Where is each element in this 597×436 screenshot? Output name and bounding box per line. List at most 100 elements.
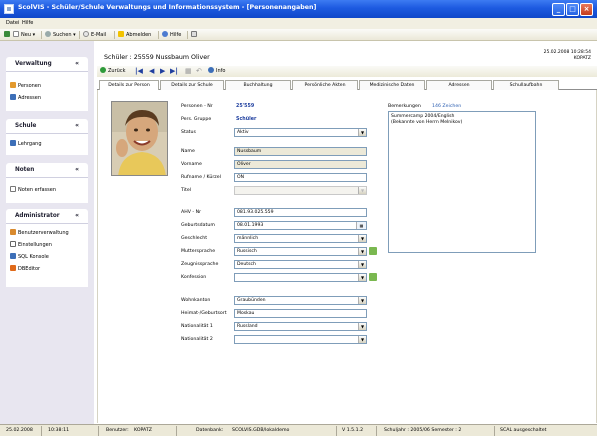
chevron-down-icon[interactable]: ▼ <box>358 336 366 343</box>
add-language-icon[interactable] <box>369 247 377 255</box>
chevron-down-icon[interactable]: ▼ <box>358 323 366 330</box>
menu-datei[interactable]: Datei <box>6 20 19 26</box>
sidebar-group-administrator[interactable]: Administrator « <box>6 209 88 223</box>
collapse-icon[interactable]: « <box>75 57 79 71</box>
sidebar-body-schule: Lehrgang <box>6 133 88 155</box>
wohnkanton-label: Wohnkanton <box>181 298 211 303</box>
sidebar-item-benutzerverwaltung[interactable]: Benutzerverwaltung <box>10 229 69 238</box>
back-icon <box>100 67 106 73</box>
first-record-icon[interactable]: |◀ <box>135 67 143 75</box>
add-confession-icon[interactable] <box>369 273 377 281</box>
collapse-icon[interactable]: « <box>75 163 79 177</box>
name-label: Name <box>181 149 195 154</box>
print-icon <box>191 31 197 37</box>
sidebar-item-adressen[interactable]: Adressen <box>10 94 41 103</box>
titel-select[interactable]: ▼ <box>234 186 367 195</box>
muttersprache-select[interactable]: Russisch ▼ <box>234 247 367 256</box>
sidebar-item-lehrgang[interactable]: Lehrgang <box>10 140 42 149</box>
sidebar-group-schule[interactable]: Schule « <box>6 119 88 133</box>
email-icon <box>83 31 89 37</box>
refresh-button[interactable] <box>4 31 12 39</box>
settings-icon <box>10 241 16 247</box>
next-record-icon[interactable]: ▶ <box>160 67 165 75</box>
refresh-icon <box>4 31 10 37</box>
collapse-icon[interactable]: « <box>75 119 79 133</box>
close-button[interactable]: × <box>580 3 593 16</box>
status-date: 25.02.2008 <box>6 428 33 433</box>
muttersprache-label: Muttersprache <box>181 249 216 254</box>
print-button[interactable] <box>191 31 199 39</box>
tab-medizinische-daten[interactable]: Medizinische Daten <box>359 80 425 90</box>
nationalitaet2-select[interactable]: ▼ <box>234 335 367 344</box>
logout-button[interactable]: Abmelden <box>118 31 151 39</box>
status-select[interactable]: Aktiv ▼ <box>234 128 367 137</box>
remarks-textarea[interactable]: Summercamp 2004/English (Bekannte von He… <box>388 111 536 253</box>
status-db: SCOLVIS.GDB/lokaldemo <box>232 428 290 433</box>
undo-icon[interactable]: ↶ <box>196 67 202 75</box>
chevron-down-icon[interactable]: ▼ <box>358 248 366 255</box>
tab-persoenliche-akten[interactable]: Persönliche Akten <box>292 80 358 90</box>
heimat-field[interactable]: Moskau <box>234 309 367 318</box>
minimize-button[interactable]: _ <box>552 3 565 16</box>
tab-adressen[interactable]: Adressen <box>426 80 492 90</box>
search-icon <box>45 31 51 37</box>
menu-hilfe[interactable]: Hilfe <box>22 20 33 26</box>
sidebar-body-verwaltung: Personen Adressen <box>6 71 88 111</box>
konfession-label: Konfession <box>181 275 207 280</box>
rufname-field[interactable]: ON <box>234 173 367 182</box>
sidebar-item-dbeditor[interactable]: DBEditor <box>10 265 40 274</box>
heimat-label: Heimat-/Geburtsort <box>181 311 227 316</box>
new-button[interactable]: Neu ▾ <box>13 31 35 39</box>
tab-details-schule[interactable]: Details zur Schule <box>160 80 224 90</box>
help-button[interactable]: Hilfe <box>162 31 181 39</box>
konfession-select[interactable]: ▼ <box>234 273 367 282</box>
sidebar-item-einstellungen[interactable]: Einstellungen <box>10 241 52 250</box>
status-version: V 1.5.1.2 <box>342 428 364 433</box>
name-field[interactable]: Nussbaum <box>234 147 367 156</box>
rufname-label: Rufname / Kürzel <box>181 175 221 180</box>
title-bar: ScolVIS - Schüler/Schule Verwaltungs und… <box>0 0 597 18</box>
prev-record-icon[interactable]: ◀ <box>149 67 154 75</box>
table-icon[interactable]: ▦ <box>185 67 192 75</box>
sidebar-group-verwaltung[interactable]: Verwaltung « <box>6 57 88 71</box>
maximize-button[interactable]: □ <box>566 3 579 16</box>
vorname-field[interactable]: Oliver <box>234 160 367 169</box>
zeugnissprache-select[interactable]: Deutsch ▼ <box>234 260 367 269</box>
geburtsdatum-field[interactable]: 08.01.1993 ▦ <box>234 221 367 230</box>
geschlecht-select[interactable]: männlich ▼ <box>234 234 367 243</box>
chevron-down-icon[interactable]: ▼ <box>358 274 366 281</box>
info-icon <box>208 67 214 73</box>
chevron-down-icon[interactable]: ▼ <box>358 129 366 136</box>
nationalitaet2-label: Nationalität 2 <box>181 337 213 342</box>
calendar-icon[interactable]: ▦ <box>356 222 366 229</box>
back-button[interactable]: Zurück <box>100 67 125 75</box>
tab-schullaufbahn[interactable]: Schullaufbahn <box>493 80 559 90</box>
ahv-field[interactable]: 081.93.025.559 <box>234 208 367 217</box>
status-label: Status <box>181 130 196 135</box>
personen-nr-label: Personen - Nr <box>181 104 213 109</box>
wohnkanton-select[interactable]: Graubünden ▼ <box>234 296 367 305</box>
email-button[interactable]: E-Mail <box>83 31 106 39</box>
remarks-line: (Bekannte von Herrn Melnikov) <box>391 120 463 125</box>
sidebar-group-noten[interactable]: Noten « <box>6 163 88 177</box>
chevron-down-icon[interactable]: ▼ <box>358 235 366 242</box>
person-photo[interactable] <box>111 101 168 176</box>
info-button[interactable]: Info <box>208 67 225 75</box>
sidebar-item-personen[interactable]: Personen <box>10 82 41 91</box>
status-time: 10:38:11 <box>48 428 70 433</box>
pers-gruppe-label: Pers. Gruppe <box>181 117 212 122</box>
chevron-down-icon[interactable]: ▼ <box>358 187 366 194</box>
chevron-down-icon[interactable]: ▼ <box>358 261 366 268</box>
sidebar-item-noten-erfassen[interactable]: Noten erfassen <box>10 186 56 195</box>
new-document-icon <box>13 31 19 37</box>
chevron-down-icon[interactable]: ▼ <box>358 297 366 304</box>
student-photo-image <box>112 102 167 175</box>
collapse-icon[interactable]: « <box>75 209 79 223</box>
tab-buchhaltung[interactable]: Buchhaltung <box>225 80 291 90</box>
geschlecht-label: Geschlecht <box>181 236 208 241</box>
last-record-icon[interactable]: ▶| <box>170 67 178 75</box>
nationalitaet1-select[interactable]: Russland ▼ <box>234 322 367 331</box>
ahv-label: AHV - Nr <box>181 210 202 215</box>
search-button[interactable]: Suchen ▾ <box>45 31 76 39</box>
sidebar-item-sql-konsole[interactable]: SQL Konsole <box>10 253 49 262</box>
